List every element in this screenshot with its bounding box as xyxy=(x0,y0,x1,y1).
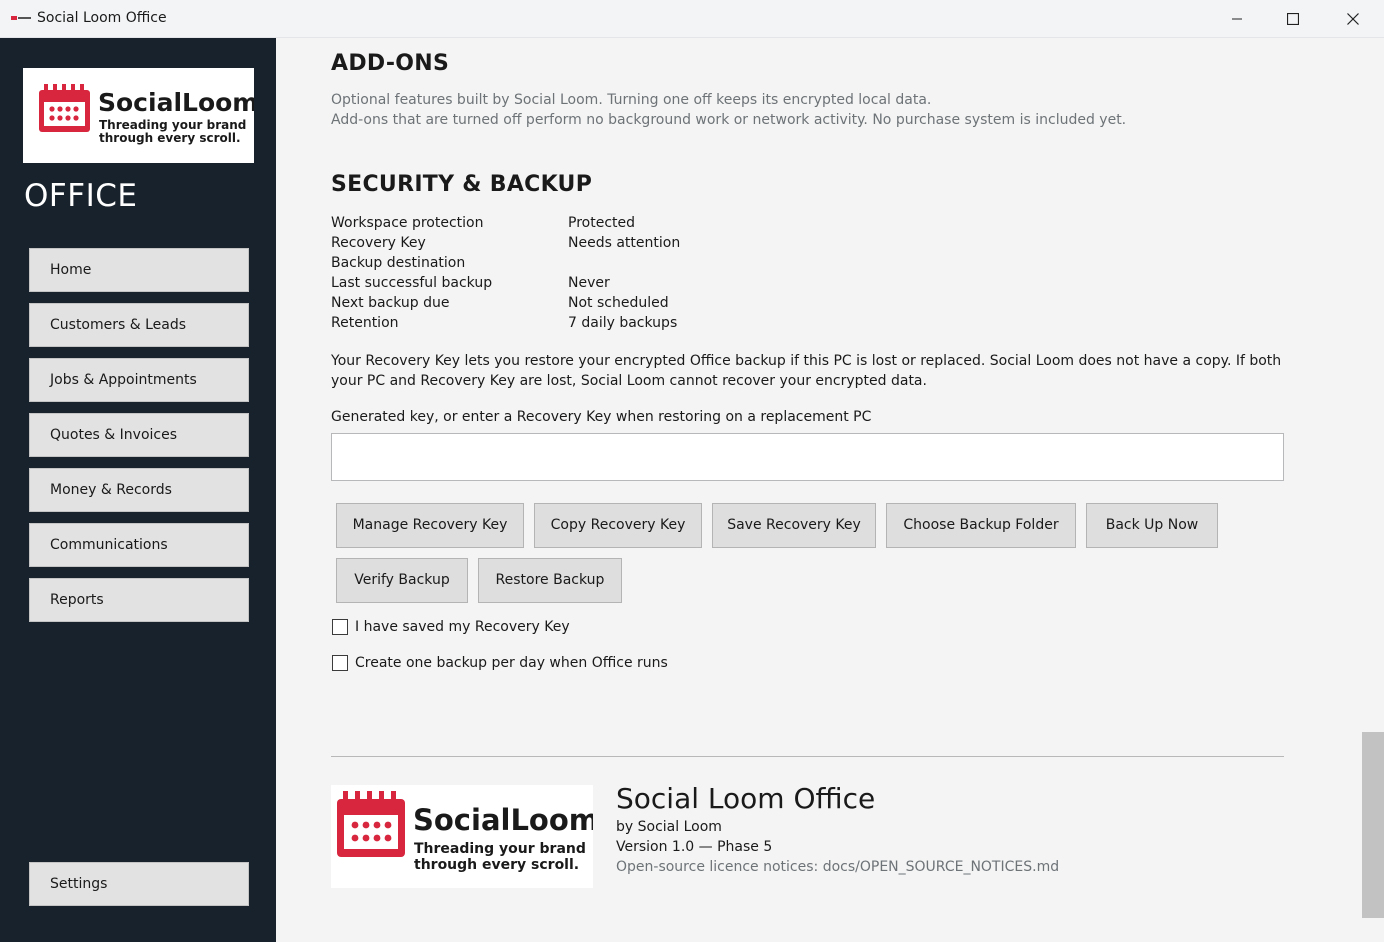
brand-logo: SocialLoom Threading your brand through … xyxy=(23,68,258,163)
maximize-button[interactable] xyxy=(1270,0,1316,38)
minimize-icon xyxy=(1232,18,1242,20)
close-icon xyxy=(1347,13,1359,25)
addons-heading: ADD-ONS xyxy=(331,51,450,76)
nav-quotes-invoices[interactable]: Quotes & Invoices xyxy=(29,413,249,457)
status-label-retention: Retention xyxy=(331,315,399,331)
window-title: Social Loom Office xyxy=(37,10,167,26)
recovery-key-field-label: Generated key, or enter a Recovery Key w… xyxy=(331,409,872,425)
loom-calendar-icon xyxy=(39,84,90,132)
title-bar: Social Loom Office xyxy=(0,0,1384,38)
back-up-now-button[interactable]: Back Up Now xyxy=(1086,503,1218,548)
status-label-recovery-key: Recovery Key xyxy=(331,235,426,251)
settings-button[interactable]: Settings xyxy=(29,862,249,906)
about-version: Version 1.0 — Phase 5 xyxy=(616,839,773,855)
security-heading: SECURITY & BACKUP xyxy=(331,172,593,197)
nav-jobs-appointments[interactable]: Jobs & Appointments xyxy=(29,358,249,402)
status-value-workspace-protection: Protected xyxy=(568,215,635,231)
manage-recovery-key-button[interactable]: Manage Recovery Key xyxy=(336,503,524,548)
logo-brand-text: SocialLoom xyxy=(98,88,254,117)
saved-recovery-key-checkbox[interactable] xyxy=(332,619,348,635)
logo-tagline-1: Threading your brand xyxy=(99,118,246,132)
recovery-key-input[interactable] xyxy=(331,433,1284,481)
status-label-last-backup: Last successful backup xyxy=(331,275,493,291)
nav-communications[interactable]: Communications xyxy=(29,523,249,567)
saved-recovery-key-label[interactable]: I have saved my Recovery Key xyxy=(355,619,570,635)
status-label-next-backup: Next backup due xyxy=(331,295,450,311)
restore-backup-button[interactable]: Restore Backup xyxy=(478,558,622,603)
status-value-retention: 7 daily backups xyxy=(568,315,678,331)
daily-backup-label[interactable]: Create one backup per day when Office ru… xyxy=(355,655,668,671)
status-value-next-backup: Not scheduled xyxy=(568,295,669,311)
nav-money-records[interactable]: Money & Records xyxy=(29,468,249,512)
recovery-key-explanation: Your Recovery Key lets you restore your … xyxy=(331,353,1282,389)
addons-description-1: Optional features built by Social Loom. … xyxy=(331,92,932,108)
footer-divider xyxy=(331,756,1284,757)
status-label-backup-destination: Backup destination xyxy=(331,255,466,271)
footer-logo-tagline-2: through every scroll. xyxy=(414,857,579,873)
saved-recovery-key-checkbox-row[interactable]: I have saved my Recovery Key xyxy=(332,618,570,636)
choose-backup-folder-button[interactable]: Choose Backup Folder xyxy=(886,503,1076,548)
addons-description-2: Add-ons that are turned off perform no b… xyxy=(331,112,1127,128)
status-value-last-backup: Never xyxy=(568,275,610,291)
daily-backup-checkbox-row[interactable]: Create one backup per day when Office ru… xyxy=(332,654,668,672)
sidebar: SocialLoom Threading your brand through … xyxy=(0,38,276,942)
about-licence-notice: Open-source licence notices: docs/OPEN_S… xyxy=(616,859,1060,875)
vertical-scrollbar[interactable] xyxy=(1361,38,1384,942)
daily-backup-checkbox[interactable] xyxy=(332,655,348,671)
footer-brand-logo: SocialLoom Threading your brand through … xyxy=(331,785,599,888)
footer-loom-calendar-icon xyxy=(337,791,405,857)
nav-reports[interactable]: Reports xyxy=(29,578,249,622)
verify-backup-button[interactable]: Verify Backup xyxy=(336,558,468,603)
close-button[interactable] xyxy=(1330,0,1376,38)
footer-logo-brand-text: SocialLoom xyxy=(413,803,593,837)
status-label-workspace-protection: Workspace protection xyxy=(331,215,484,231)
about-title: Social Loom Office xyxy=(616,782,876,815)
status-value-recovery-key: Needs attention xyxy=(568,235,681,251)
minimize-button[interactable] xyxy=(1214,0,1260,38)
save-recovery-key-button[interactable]: Save Recovery Key xyxy=(712,503,876,548)
about-author: by Social Loom xyxy=(616,819,722,835)
nav-home[interactable]: Home xyxy=(29,248,249,292)
scrollbar-thumb[interactable] xyxy=(1362,732,1384,918)
maximize-icon xyxy=(1287,13,1299,25)
copy-recovery-key-button[interactable]: Copy Recovery Key xyxy=(534,503,702,548)
office-title: OFFICE xyxy=(24,178,138,214)
main-content: ADD-ONS Optional features built by Socia… xyxy=(276,38,1361,942)
nav-customers-leads[interactable]: Customers & Leads xyxy=(29,303,249,347)
app-icon xyxy=(11,16,31,20)
logo-tagline-2: through every scroll. xyxy=(99,131,241,145)
footer-logo-tagline-1: Threading your brand xyxy=(414,841,586,857)
